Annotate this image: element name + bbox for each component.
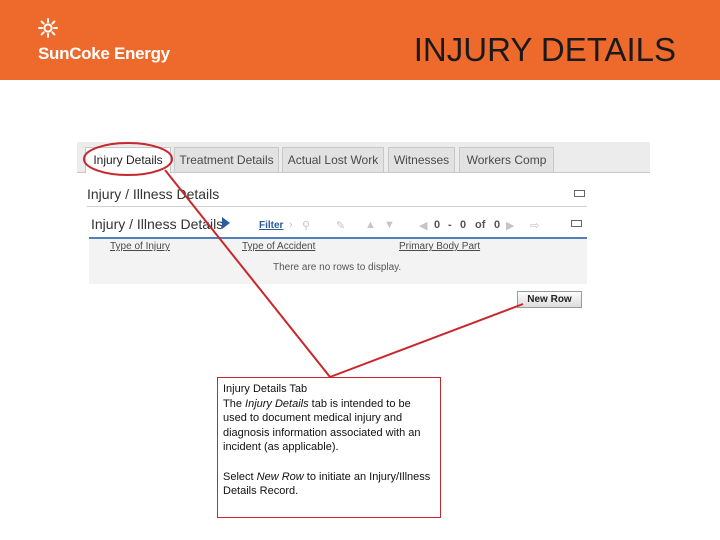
column-header-primary-body-part[interactable]: Primary Body Part bbox=[399, 241, 480, 252]
injury-grid: Injury / Illness Details Filter › ⚲ ✎ ▲ … bbox=[89, 213, 587, 284]
move-down-icon[interactable]: ▼ bbox=[384, 219, 395, 231]
prev-page-icon[interactable]: ◀ bbox=[419, 219, 427, 232]
callout-action: Select New Row to initiate an Injury/Ill… bbox=[223, 470, 431, 498]
new-row-button[interactable]: New Row bbox=[517, 291, 582, 308]
export-icon[interactable]: ⇨ bbox=[530, 219, 539, 232]
filter-arrow-icon[interactable]: › bbox=[289, 219, 293, 231]
callout-body: The Injury Details tab is intended to be… bbox=[223, 397, 421, 454]
expand-arrow-icon[interactable] bbox=[222, 217, 230, 229]
divider bbox=[87, 206, 587, 207]
search-icon[interactable]: ⚲ bbox=[302, 219, 310, 232]
callout-box: Injury Details Tab The Injury Details ta… bbox=[217, 377, 441, 518]
column-header-type-of-injury[interactable]: Type of Injury bbox=[110, 241, 170, 252]
collapse-icon[interactable] bbox=[571, 220, 582, 227]
app-screenshot: Injury Details Treatment Details Actual … bbox=[77, 142, 650, 314]
pointer-line-new-row bbox=[329, 303, 524, 378]
tab-workers-comp[interactable]: Workers Comp bbox=[459, 147, 554, 172]
tab-actual-lost-work[interactable]: Actual Lost Work bbox=[282, 147, 384, 172]
tab-injury-details[interactable]: Injury Details bbox=[85, 147, 171, 173]
pager-total: 0 bbox=[494, 219, 501, 231]
edit-icon[interactable]: ✎ bbox=[336, 219, 345, 232]
grid-toolbar: Injury / Illness Details Filter › ⚲ ✎ ▲ … bbox=[89, 213, 587, 239]
tab-witnesses[interactable]: Witnesses bbox=[388, 147, 455, 172]
callout-heading: Injury Details Tab bbox=[223, 383, 308, 395]
grid-title: Injury / Illness Details bbox=[91, 216, 224, 232]
collapse-icon[interactable] bbox=[574, 190, 585, 197]
next-page-icon[interactable]: ▶ bbox=[506, 219, 514, 232]
pager-of-label: of bbox=[475, 219, 486, 231]
pager-current: 0 bbox=[434, 219, 441, 231]
filter-link[interactable]: Filter bbox=[259, 220, 283, 231]
callout-text: Injury Details Tab The Injury Details ta… bbox=[223, 382, 437, 499]
logo-text: SunCoke Energy bbox=[38, 44, 170, 63]
pager-separator: - bbox=[448, 219, 452, 231]
empty-grid-message: There are no rows to display. bbox=[273, 262, 402, 273]
header-banner: SunCoke Energy INJURY DETAILS bbox=[0, 0, 720, 80]
pager-end: 0 bbox=[460, 219, 467, 231]
slide-title: INJURY DETAILS bbox=[413, 31, 676, 68]
column-header-type-of-accident[interactable]: Type of Accident bbox=[242, 241, 315, 252]
tab-bar: Injury Details Treatment Details Actual … bbox=[77, 142, 650, 173]
move-up-icon[interactable]: ▲ bbox=[365, 219, 376, 231]
section-title: Injury / Illness Details bbox=[87, 186, 220, 202]
sun-icon bbox=[38, 18, 58, 38]
tab-treatment-details[interactable]: Treatment Details bbox=[174, 147, 279, 172]
